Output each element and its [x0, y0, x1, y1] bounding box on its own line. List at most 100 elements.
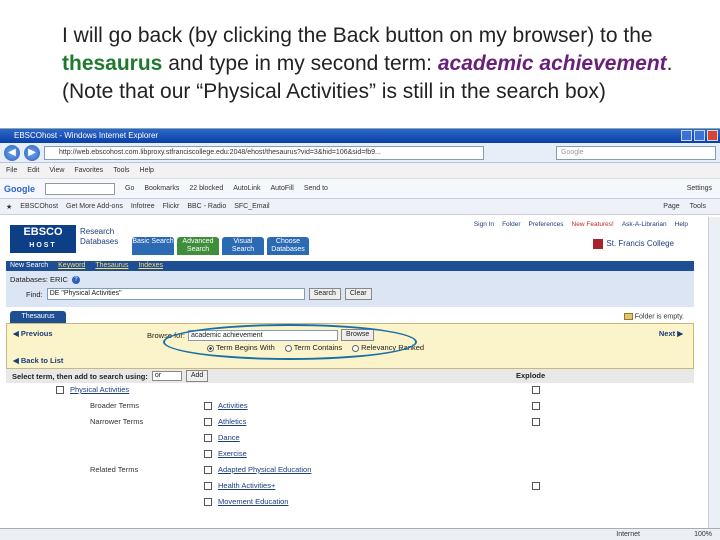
- tools-menu-button[interactable]: Tools: [690, 203, 706, 210]
- menu-edit[interactable]: Edit: [27, 167, 39, 174]
- top-links: Sign In Folder Preferences New Features!…: [474, 221, 688, 228]
- relation-label: Broader Terms: [90, 401, 140, 410]
- term-link[interactable]: Exercise: [218, 449, 247, 458]
- term-checkbox[interactable]: [204, 434, 212, 442]
- explode-header: Explode: [516, 371, 546, 380]
- relation-label: Related Terms: [90, 465, 139, 474]
- highlight-oval: [163, 324, 417, 360]
- autolink-button[interactable]: AutoLink: [233, 185, 260, 192]
- nav-thesaurus[interactable]: Thesaurus: [95, 261, 128, 271]
- folder-status: Folder is empty.: [623, 313, 684, 320]
- favorites-bar: ★ EBSCOhost Get More Add-ons Infotree Fl…: [0, 199, 720, 215]
- google-logo: Google: [4, 183, 35, 194]
- term-link[interactable]: Health Activities+: [218, 481, 275, 490]
- explode-checkbox[interactable]: [532, 418, 540, 426]
- forward-arrow-icon[interactable]: ▶: [24, 144, 40, 161]
- page-menu-button[interactable]: Page: [663, 203, 679, 210]
- bookmarks-button[interactable]: Bookmarks: [144, 185, 179, 192]
- link-preferences[interactable]: Preferences: [529, 221, 564, 228]
- menu-tools[interactable]: Tools: [113, 167, 129, 174]
- list-item: Movement Education: [6, 497, 694, 513]
- link-sign-in[interactable]: Sign In: [474, 221, 494, 228]
- nav-new-search[interactable]: New Search: [10, 261, 48, 271]
- ebsco-header: EBSCO HOST Research Databases Basic Sear…: [6, 217, 694, 261]
- sub-navigation: New Search Keyword Thesaurus Indexes: [6, 261, 694, 271]
- minimize-button[interactable]: [681, 130, 692, 141]
- link-new-features[interactable]: New Features!: [572, 221, 614, 228]
- send-to-button[interactable]: Send to: [304, 185, 328, 192]
- term-link[interactable]: Athletics: [218, 417, 246, 426]
- help-icon[interactable]: ?: [71, 275, 80, 284]
- explode-checkbox[interactable]: [532, 482, 540, 490]
- link-ask-librarian[interactable]: Ask-A-Librarian: [622, 221, 667, 228]
- fav-link-bbc[interactable]: BBC - Radio: [187, 203, 226, 210]
- caption-text-2: and type in my second term:: [162, 52, 438, 75]
- search-tabs: Basic Search Advanced Search Visual Sear…: [132, 237, 309, 255]
- google-go-button[interactable]: Go: [125, 185, 134, 192]
- thesaurus-tab[interactable]: Thesaurus: [10, 311, 66, 323]
- fav-link-infotree[interactable]: Infotree: [131, 203, 155, 210]
- nav-keyword[interactable]: Keyword: [58, 261, 85, 271]
- autofill-button[interactable]: AutoFill: [270, 185, 293, 192]
- find-input[interactable]: DE "Physical Activities": [46, 288, 305, 300]
- tab-visual-search[interactable]: Visual Search: [222, 237, 264, 255]
- boolean-select[interactable]: or: [151, 371, 182, 381]
- browser-tab[interactable]: EBSCOhost: [20, 203, 58, 210]
- link-folder[interactable]: Folder: [502, 221, 520, 228]
- add-button[interactable]: Add: [185, 370, 209, 382]
- term-link[interactable]: Adapted Physical Education: [218, 465, 311, 474]
- term-link[interactable]: Dance: [218, 433, 240, 442]
- term-checkbox[interactable]: [204, 482, 212, 490]
- caption-text-1: I will go back (by clicking the Back but…: [62, 24, 653, 47]
- explode-checkbox[interactable]: [532, 386, 540, 394]
- next-link[interactable]: Next ▶: [659, 329, 683, 338]
- list-item: Related Terms Adapted Physical Education: [6, 465, 694, 481]
- google-search-input[interactable]: [45, 182, 115, 195]
- close-button[interactable]: [707, 130, 718, 141]
- select-term-label: Select term, then add to search using:: [12, 371, 148, 381]
- menu-view[interactable]: View: [49, 167, 64, 174]
- nav-indexes[interactable]: Indexes: [138, 261, 163, 271]
- menu-file[interactable]: File: [6, 167, 17, 174]
- previous-link[interactable]: ◀ Previous: [13, 329, 53, 338]
- fav-link-email[interactable]: SFC_Email: [234, 203, 269, 210]
- term-link[interactable]: Activities: [218, 401, 248, 410]
- logo-text-top: EBSCO: [23, 226, 63, 238]
- menu-help[interactable]: Help: [140, 167, 154, 174]
- star-icon[interactable]: ★: [6, 203, 12, 211]
- back-to-list-label: Back to List: [20, 356, 64, 365]
- caption-term: academic achievement: [437, 52, 667, 75]
- window-title: EBSCOhost - Windows Internet Explorer: [14, 131, 159, 140]
- link-help[interactable]: Help: [675, 221, 688, 228]
- college-shield-icon: [593, 239, 604, 249]
- tab-advanced-search[interactable]: Advanced Search: [177, 237, 219, 255]
- term-link[interactable]: Movement Education: [218, 497, 288, 506]
- fav-link-addons[interactable]: Get More Add-ons: [66, 203, 123, 210]
- college-name: St. Francis College: [606, 239, 674, 249]
- term-checkbox[interactable]: [204, 418, 212, 426]
- tab-choose-databases[interactable]: Choose Databases: [267, 237, 309, 255]
- term-checkbox[interactable]: [204, 466, 212, 474]
- logo-text-bottom: HOST: [29, 242, 57, 249]
- explode-checkbox[interactable]: [532, 402, 540, 410]
- term-checkbox[interactable]: [56, 386, 64, 394]
- term-checkbox[interactable]: [204, 402, 212, 410]
- maximize-button[interactable]: [694, 130, 705, 141]
- window-titlebar: EBSCOhost - Windows Internet Explorer: [0, 129, 720, 143]
- term-checkbox[interactable]: [204, 450, 212, 458]
- fav-link-flickr[interactable]: Flickr: [163, 203, 180, 210]
- vertical-scrollbar[interactable]: [708, 217, 720, 529]
- search-button[interactable]: Search: [308, 288, 341, 300]
- back-to-list-link[interactable]: ◀ Back to List: [13, 356, 63, 365]
- browser-search-input[interactable]: Google: [556, 145, 716, 160]
- term-link[interactable]: Physical Activities: [70, 385, 129, 394]
- zoom-level[interactable]: 100%: [694, 529, 712, 540]
- settings-button[interactable]: Settings: [687, 185, 720, 192]
- url-field[interactable]: http://web.ebscohost.com.libproxy.stfran…: [44, 145, 484, 160]
- back-arrow-icon[interactable]: ◀: [4, 144, 20, 161]
- term-checkbox[interactable]: [204, 498, 212, 506]
- popup-blocked-button[interactable]: 22 blocked: [189, 185, 223, 192]
- tab-basic-search[interactable]: Basic Search: [132, 237, 174, 255]
- clear-button[interactable]: Clear: [344, 288, 372, 300]
- menu-favorites[interactable]: Favorites: [74, 167, 103, 174]
